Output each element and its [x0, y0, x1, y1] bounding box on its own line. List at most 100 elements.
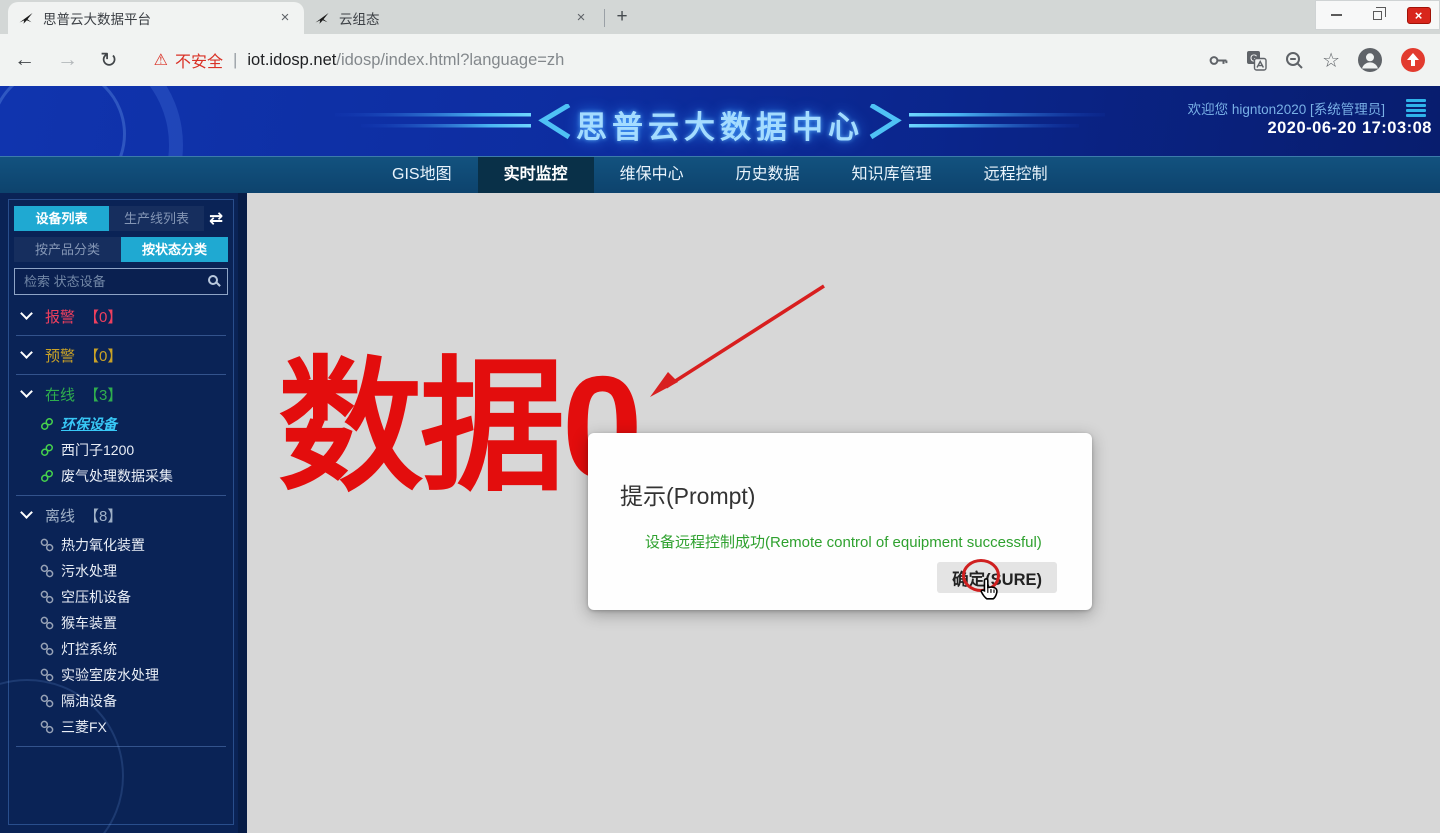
device-search — [14, 268, 228, 295]
list-type-tabs: 设备列表 生产线列表 ⇄ — [14, 206, 228, 231]
password-key-icon[interactable] — [1208, 50, 1229, 71]
browser-tab-cloud-scada[interactable]: 云组态 × — [304, 2, 600, 34]
device-item-monkey-car[interactable]: 猴车装置 — [40, 610, 228, 636]
url-path: /idosp/index.html?language=zh — [336, 51, 564, 70]
device-item-oil-separator[interactable]: 隔油设备 — [40, 688, 228, 714]
chevron-down-icon — [20, 346, 33, 359]
zoom-out-icon[interactable] — [1284, 50, 1305, 71]
bookmark-star-icon[interactable]: ☆ — [1322, 48, 1340, 73]
device-item-mitsubishi-fx[interactable]: 三菱FX — [40, 714, 228, 740]
minimize-button[interactable] — [1316, 1, 1357, 29]
toolbar-icons: G ☆ — [1208, 47, 1426, 73]
broken-link-icon — [40, 668, 54, 682]
nav-item-history-data[interactable]: 历史数据 — [710, 157, 826, 194]
dialog-title: 提示(Prompt) — [620, 477, 755, 511]
tree-section-warning[interactable]: 预警 【0】 — [20, 342, 224, 368]
address-separator: | — [233, 50, 237, 70]
link-icon — [40, 469, 54, 483]
url-host: iot.idosp.net — [247, 51, 336, 70]
main-nav: GIS地图 实时监控 维保中心 历史数据 知识库管理 远程控制 — [0, 156, 1440, 193]
device-item-exhaust-gas[interactable]: 废气处理数据采集 — [40, 463, 228, 489]
dialog-ok-button[interactable]: 确定(SURE) — [937, 562, 1057, 593]
tab-production-line-list[interactable]: 生产线列表 — [109, 206, 204, 231]
restore-icon — [1373, 11, 1382, 20]
reload-icon[interactable]: ↻ — [100, 48, 118, 73]
broken-link-icon — [40, 642, 54, 656]
browser-tab-platform[interactable]: 思普云大数据平台 × — [8, 2, 304, 34]
broken-link-icon — [40, 590, 54, 604]
monitor-canvas: 数据0 提示(Prompt) 设备远程控制成功(Remote control o… — [247, 193, 1440, 833]
close-button[interactable]: × — [1398, 1, 1439, 29]
divider — [16, 335, 226, 336]
tree-section-online[interactable]: 在线 【3】 — [20, 381, 224, 407]
datetime-clock: 2020-06-20 17:03:08 — [1267, 119, 1432, 138]
profile-avatar-icon[interactable] — [1357, 47, 1383, 73]
forward-icon[interactable]: → — [57, 48, 78, 72]
tab-by-product[interactable]: 按产品分类 — [14, 237, 121, 262]
nav-item-remote-control[interactable]: 远程控制 — [958, 157, 1074, 194]
site-favicon-icon — [18, 10, 34, 26]
tab-by-status[interactable]: 按状态分类 — [121, 237, 228, 262]
section-label: 在线 — [45, 384, 75, 405]
device-item-lab-wastewater[interactable]: 实验室废水处理 — [40, 662, 228, 688]
device-item-siemens-1200[interactable]: 西门子1200 — [40, 437, 228, 463]
broken-link-icon — [40, 694, 54, 708]
tab-strip: 思普云大数据平台 × 云组态 × + × — [0, 0, 1440, 34]
tab-close-icon[interactable]: × — [276, 9, 294, 27]
menu-list-icon[interactable] — [1406, 99, 1426, 119]
divider — [16, 746, 226, 747]
browser-chrome: 思普云大数据平台 × 云组态 × + × ← → ↻ ⚠ 不安全 | — [0, 0, 1440, 86]
section-count: 【0】 — [84, 345, 122, 366]
divider — [16, 374, 226, 375]
extension-icon[interactable] — [1400, 47, 1426, 73]
restore-button[interactable] — [1357, 1, 1398, 29]
sidebar-scrollbar[interactable] — [238, 193, 247, 833]
tab-separator — [604, 9, 605, 27]
nav-item-gis-map[interactable]: GIS地图 — [366, 157, 478, 194]
browser-toolbar: ← → ↻ ⚠ 不安全 | iot.idosp.net/idosp/index.… — [0, 34, 1440, 86]
broken-link-icon — [40, 720, 54, 734]
classification-tabs: 按产品分类 按状态分类 — [14, 237, 228, 262]
search-input[interactable] — [14, 268, 228, 295]
window-controls: × — [1315, 0, 1440, 30]
data-watermark-text: 数据0 — [278, 355, 640, 500]
nav-item-knowledge-base[interactable]: 知识库管理 — [826, 157, 958, 194]
broken-link-icon — [40, 564, 54, 578]
back-icon[interactable]: ← — [14, 48, 35, 72]
username: hignton2020 — [1232, 102, 1306, 117]
header-decoration-right — [865, 104, 1105, 140]
section-label: 预警 — [45, 345, 75, 366]
section-label: 离线 — [45, 505, 75, 526]
search-icon[interactable] — [208, 275, 218, 285]
chevron-down-icon — [20, 307, 33, 320]
device-item-air-compressor[interactable]: 空压机设备 — [40, 584, 228, 610]
broken-link-icon — [40, 538, 54, 552]
welcome-user: 欢迎您 hignton2020 [系统管理员] — [1188, 98, 1385, 118]
close-icon-red-annotation: × — [1407, 7, 1431, 24]
device-item-env-protection[interactable]: 环保设备 — [40, 411, 228, 437]
tab-title: 云组态 — [339, 8, 572, 28]
nav-item-realtime-monitor[interactable]: 实时监控 — [478, 157, 594, 194]
section-count: 【3】 — [84, 384, 122, 405]
page-header: 思普云大数据中心 欢迎您 hignton2020 [系统管理员] 2020-06… — [0, 86, 1440, 156]
new-tab-button[interactable]: + — [609, 4, 635, 30]
dialog-message: 设备远程控制成功(Remote control of equipment suc… — [645, 531, 1042, 552]
tab-device-list[interactable]: 设备列表 — [14, 206, 109, 231]
device-item-sewage-treatment[interactable]: 污水处理 — [40, 558, 228, 584]
chevron-down-icon — [20, 506, 33, 519]
minimize-icon — [1331, 14, 1342, 16]
device-panel: 设备列表 生产线列表 ⇄ 按产品分类 按状态分类 — [8, 199, 234, 825]
device-item-light-control[interactable]: 灯控系统 — [40, 636, 228, 662]
section-count: 【8】 — [84, 505, 122, 526]
tab-close-icon[interactable]: × — [572, 9, 590, 27]
section-label: 报警 — [45, 306, 75, 327]
tree-section-alarm[interactable]: 报警 【0】 — [20, 303, 224, 329]
swap-arrows-icon[interactable]: ⇄ — [204, 209, 228, 229]
address-bar[interactable]: ⚠ 不安全 | iot.idosp.net/idosp/index.html?l… — [154, 48, 1196, 72]
nav-item-maintenance-center[interactable]: 维保中心 — [594, 157, 710, 194]
security-status[interactable]: 不安全 — [175, 48, 223, 72]
site-favicon-icon — [314, 10, 330, 26]
device-item-thermal-oxidation[interactable]: 热力氧化装置 — [40, 532, 228, 558]
translate-icon[interactable]: G — [1246, 50, 1267, 71]
tree-section-offline[interactable]: 离线 【8】 — [20, 502, 224, 528]
